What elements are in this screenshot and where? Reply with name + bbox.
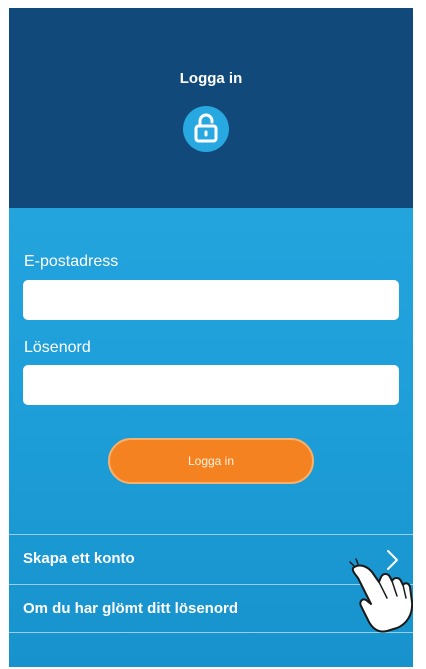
forgot-password-label: Om du har glömt ditt lösenord — [23, 600, 238, 617]
password-label: Lösenord — [24, 339, 91, 356]
email-field[interactable] — [23, 280, 399, 320]
unlock-icon — [183, 106, 229, 152]
header: Logga in — [9, 8, 413, 208]
tap-hand-icon — [349, 558, 413, 639]
login-button[interactable]: Logga in — [108, 438, 314, 484]
page-title: Logga in — [179, 70, 243, 87]
password-field[interactable] — [23, 365, 399, 405]
login-screen: Logga in E-postadress Lösenord Logga in … — [9, 8, 413, 667]
email-label: E-postadress — [24, 253, 119, 270]
create-account-label: Skapa ett konto — [23, 550, 135, 567]
